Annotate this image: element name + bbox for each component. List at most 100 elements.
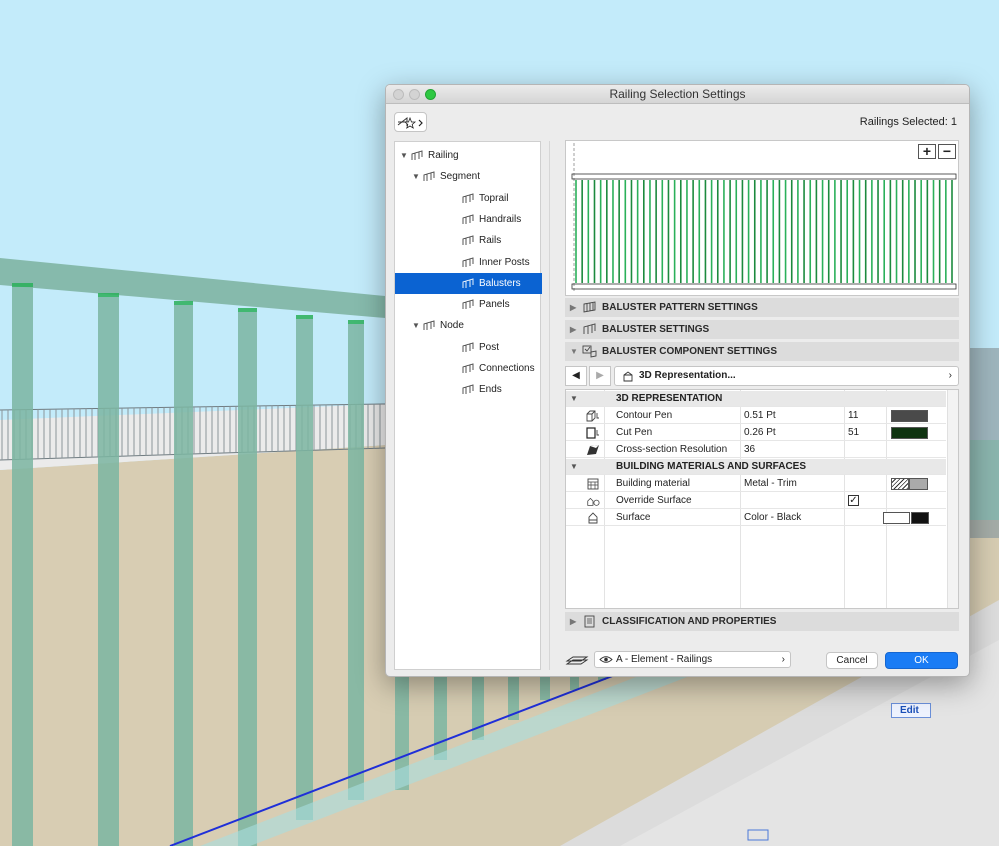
expanded-arrow-icon[interactable]: ▼	[412, 315, 420, 336]
tree-item-toprail[interactable]: Toprail	[395, 188, 542, 209]
favorites-star-icon	[397, 116, 423, 129]
section-label: BALUSTER PATTERN SETTINGS	[602, 302, 758, 313]
tree-item-label: Inner Posts	[479, 256, 530, 268]
railing-icon	[411, 150, 423, 160]
property-name: Cut Pen	[616, 427, 653, 438]
collapsed-arrow-icon: ▶	[570, 617, 577, 626]
tree-item-label: Segment	[440, 171, 481, 183]
ends-icon	[462, 384, 474, 395]
override-surface-row[interactable]: Override Surface ✓	[566, 493, 946, 509]
baluster-preview: + −	[565, 140, 959, 296]
rails-icon	[462, 235, 474, 246]
override-surface-icon	[587, 497, 600, 506]
settings-tree: ▼ Railing ▼ Segment Toprail Handrails Rails Inn…	[394, 141, 542, 670]
pen-number: 51	[848, 427, 860, 438]
tree-item-label: Toprail	[479, 192, 509, 204]
property-name: Override Surface	[616, 495, 692, 506]
collapsed-arrow-icon: ▶	[570, 303, 577, 312]
tree-item-node[interactable]: ▼ Node	[395, 315, 542, 336]
property-name: Building material	[616, 478, 690, 489]
page-selector-label: 3D Representation...	[639, 370, 736, 381]
close-window-button[interactable]	[393, 89, 404, 100]
building-material-row[interactable]: Building material Metal - Trim	[566, 476, 946, 492]
tree-item-connections[interactable]: Connections	[395, 358, 542, 379]
baluster-pattern-settings-header[interactable]: ▶ BALUSTER PATTERN SETTINGS	[565, 298, 959, 317]
section-label: BALUSTER SETTINGS	[602, 324, 710, 335]
connections-icon	[462, 363, 474, 373]
tree-item-rails[interactable]: Rails	[395, 230, 542, 251]
favorites-button[interactable]	[394, 112, 427, 132]
tree-item-label: Rails	[479, 235, 502, 247]
tree-item-segment[interactable]: ▼ Segment	[395, 166, 542, 187]
surface-color-swatch[interactable]	[911, 512, 929, 524]
property-value: 0.26 Pt	[744, 427, 776, 438]
scene-baluster	[12, 283, 33, 846]
tree-item-label: Node	[440, 320, 464, 332]
tree-item-post[interactable]: Post	[395, 337, 542, 358]
tree-item-ends[interactable]: Ends	[395, 379, 542, 400]
tree-item-label: Balusters	[479, 277, 521, 289]
resolution-icon	[587, 445, 599, 455]
surface-preview-swatch[interactable]	[909, 478, 928, 490]
tree-item-balusters[interactable]: Balusters	[395, 272, 542, 294]
classification-and-properties-header[interactable]: ▶ CLASSIFICATION AND PROPERTIES	[565, 612, 959, 631]
baluster-component-settings-header[interactable]: ▼ BALUSTER COMPONENT SETTINGS	[565, 342, 959, 361]
component-page-nav: ◀ ▶ 3D Representation... ›	[565, 365, 959, 387]
minimize-window-button[interactable]	[409, 89, 420, 100]
group-label: 3D REPRESENTATION	[616, 393, 723, 404]
expanded-arrow-icon: ▼	[570, 394, 578, 403]
override-surface-checkbox[interactable]: ✓	[848, 495, 859, 506]
tree-item-label: Ends	[479, 384, 502, 396]
pen-color-swatch[interactable]	[891, 427, 928, 439]
group-3d-representation[interactable]: ▼ 3D REPRESENTATION	[566, 391, 946, 407]
tree-item-label: Handrails	[479, 213, 522, 225]
pen-color-swatch[interactable]	[891, 410, 928, 422]
tree-item-label: Connections	[479, 363, 535, 374]
pattern-icon	[583, 301, 596, 313]
cut-pen-row[interactable]: Cut Pen 0.26 Pt 51	[566, 425, 946, 441]
previous-page-button[interactable]: ◀	[565, 366, 587, 386]
tree-item-inner-posts[interactable]: Inner Posts	[395, 252, 542, 273]
scene-baluster	[348, 320, 364, 800]
baluster-preview-drawing	[571, 143, 957, 293]
scene-baluster-cap	[174, 301, 193, 305]
cut-pen-icon	[586, 427, 599, 439]
scene-baluster-cap	[98, 293, 119, 297]
edit-tag[interactable]: Edit	[891, 703, 931, 718]
collapsed-arrow-icon: ▶	[570, 325, 577, 334]
fill-pattern-swatch[interactable]	[891, 478, 909, 490]
toprail-icon	[462, 192, 474, 203]
group-building-materials[interactable]: ▼ BUILDING MATERIALS AND SURFACES	[566, 459, 946, 475]
tree-item-label: Panels	[479, 299, 510, 311]
ok-button[interactable]: OK	[885, 652, 958, 669]
layer-selector[interactable]: A - Element - Railings ›	[594, 651, 791, 668]
tree-item-railing[interactable]: ▼ Railing	[395, 145, 542, 166]
tree-item-label: Post	[479, 341, 500, 353]
property-value: Metal - Trim	[744, 478, 797, 489]
property-name: Surface	[616, 512, 651, 523]
surface-color-swatch[interactable]	[883, 512, 910, 524]
contour-pen-row[interactable]: Contour Pen 0.51 Pt 11	[566, 408, 946, 424]
scene-baluster-cap	[348, 320, 364, 324]
panels-icon	[462, 299, 474, 310]
surface-row[interactable]: Surface Color - Black	[566, 510, 946, 526]
pen-number: 11	[848, 410, 859, 421]
zoom-window-button[interactable]	[425, 89, 436, 100]
expanded-arrow-icon[interactable]: ▼	[400, 145, 408, 166]
panel-splitter[interactable]	[549, 141, 554, 670]
cancel-button[interactable]: Cancel	[826, 652, 878, 669]
baluster-settings-header[interactable]: ▶ BALUSTER SETTINGS	[565, 320, 959, 339]
property-name: Cross-section Resolution	[616, 444, 728, 455]
layer-icon	[565, 656, 589, 665]
scene-baluster	[174, 301, 193, 846]
expanded-arrow-icon: ▼	[570, 462, 578, 471]
next-page-button[interactable]: ▶	[589, 366, 611, 386]
properties-scrollbar[interactable]	[947, 390, 958, 608]
cross-section-resolution-row[interactable]: Cross-section Resolution 36	[566, 442, 946, 458]
tree-item-handrails[interactable]: Handrails	[395, 209, 542, 230]
tree-item-panels[interactable]: Panels	[395, 294, 542, 315]
title-bar[interactable]: Railing Selection Settings	[386, 85, 969, 104]
expanded-arrow-icon[interactable]: ▼	[412, 166, 420, 187]
scene-baluster	[98, 293, 119, 846]
page-selector[interactable]: 3D Representation... ›	[614, 366, 959, 386]
